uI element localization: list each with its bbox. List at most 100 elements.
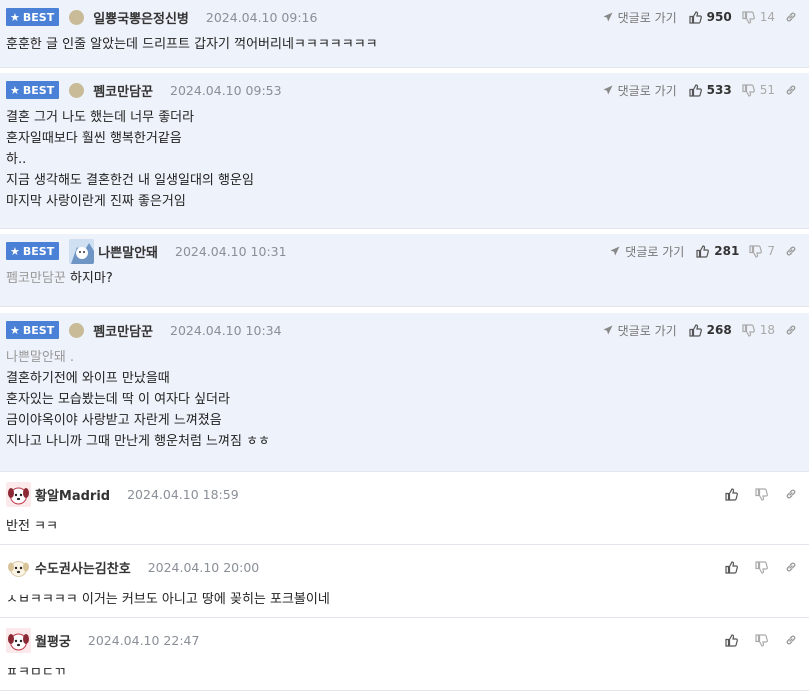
comment-line: 하.. bbox=[6, 152, 27, 167]
comment-date: 2024.04.10 18:59 bbox=[127, 486, 239, 502]
comment-line: 결혼 그거 나도 했는데 너무 좋더라 bbox=[6, 110, 195, 125]
send-icon bbox=[603, 325, 613, 335]
comment-line: 혼자일때보다 훨씬 행복한거같음 bbox=[6, 131, 182, 146]
share-link-button[interactable] bbox=[785, 245, 797, 257]
downvote-button[interactable] bbox=[755, 633, 773, 647]
share-link-button[interactable] bbox=[785, 84, 797, 96]
level-icon bbox=[69, 322, 85, 338]
comment-actions bbox=[725, 545, 797, 589]
upvote-button[interactable]: 950 bbox=[689, 10, 732, 24]
user-avatar[interactable] bbox=[69, 238, 95, 264]
thumbs-down-icon bbox=[755, 560, 768, 574]
thumbs-down-icon bbox=[742, 323, 755, 337]
upvote-count: 268 bbox=[706, 323, 732, 337]
thumbs-up-icon bbox=[725, 633, 738, 647]
upvote-count: 281 bbox=[714, 244, 740, 258]
comment-line: 금이야옥이야 사랑받고 자란게 느껴졌음 bbox=[6, 413, 222, 428]
comment-line: 지나고 나니까 그때 만난게 행운처럼 느껴짐 ㅎㅎ bbox=[6, 434, 270, 449]
reply-link[interactable]: 댓글로 가기 bbox=[610, 243, 684, 260]
user-avatar[interactable] bbox=[6, 481, 31, 507]
downvote-count: 18 bbox=[759, 323, 775, 337]
comment-line: 지금 생각해도 결혼한건 내 일생일대의 행운임 bbox=[6, 173, 254, 188]
comment-line: 결혼하기전에 와이프 만났을때 bbox=[6, 371, 170, 386]
thumbs-down-icon bbox=[749, 244, 763, 258]
comment-author[interactable]: 황알Madrid bbox=[35, 485, 110, 504]
link-icon bbox=[786, 489, 796, 499]
upvote-button[interactable]: 533 bbox=[689, 83, 732, 97]
comment-actions: 댓글로 가기 533 51 bbox=[603, 73, 797, 107]
share-link-button[interactable] bbox=[785, 488, 797, 500]
mention[interactable]: 펨코만담꾼 bbox=[6, 271, 66, 286]
share-link-button[interactable] bbox=[785, 634, 797, 646]
thumbs-down-icon bbox=[755, 633, 768, 647]
thumbs-down-icon bbox=[742, 83, 755, 97]
comment-item: 수도권사는김찬호 2024.04.10 20:00 ㅅㅂㅋㅋㅋㅋ 이거는 커브도… bbox=[0, 545, 809, 618]
send-icon bbox=[603, 85, 613, 95]
comment-author[interactable]: 나쁜말안돼 bbox=[98, 242, 158, 261]
dog-avatar-icon bbox=[6, 627, 31, 653]
comment-date: 2024.04.10 20:00 bbox=[147, 559, 260, 575]
comment-date: 2024.04.10 10:34 bbox=[170, 322, 282, 338]
upvote-button[interactable] bbox=[725, 560, 743, 574]
comment-line: 펨코만담꾼 하지마? bbox=[6, 271, 113, 286]
upvote-count: 950 bbox=[706, 10, 732, 24]
downvote-count: 51 bbox=[759, 83, 775, 97]
downvote-button[interactable]: 14 bbox=[742, 10, 775, 24]
thumbs-up-icon bbox=[689, 83, 702, 97]
comment-author[interactable]: 펨코만담꾼 bbox=[93, 81, 153, 100]
comment-author[interactable]: 수도권사는김찬호 bbox=[35, 558, 131, 577]
mention[interactable]: 나쁜말안돼 . bbox=[6, 347, 803, 368]
best-badge: ★ BEST bbox=[6, 321, 60, 339]
reply-link[interactable]: 댓글로 가기 bbox=[603, 82, 677, 99]
link-icon bbox=[786, 635, 796, 645]
share-link-button[interactable] bbox=[785, 561, 797, 573]
comment-item: 월평궁 2024.04.10 22:47 ㅍㅋㅁㄷㄲ bbox=[0, 618, 809, 691]
thumbs-down-icon bbox=[742, 10, 755, 24]
comment-actions: 댓글로 가기 281 7 bbox=[610, 234, 797, 268]
comment-item: ★ BEST 일뿅국뽕은정신병 2024.04.10 09:16 댓글로 가기 9… bbox=[0, 0, 809, 68]
upvote-button[interactable]: 281 bbox=[696, 244, 739, 258]
thumbs-down-icon bbox=[755, 487, 768, 501]
thumbs-up-icon bbox=[696, 244, 710, 258]
thumbs-up-icon bbox=[689, 10, 702, 24]
comment-body: 훈훈한 글 인줄 알았는데 드리프트 갑자기 꺽어버리네ㅋㅋㅋㅋㅋㅋㅋ bbox=[6, 34, 803, 66]
send-icon bbox=[610, 246, 620, 256]
comment-line: 반전 ㅋㅋ bbox=[6, 519, 58, 534]
link-icon bbox=[786, 562, 796, 572]
star-icon: ★ bbox=[10, 10, 20, 24]
reply-link[interactable]: 댓글로 가기 bbox=[603, 322, 677, 339]
best-badge: ★ BEST bbox=[6, 81, 60, 99]
dog-avatar-icon bbox=[6, 554, 31, 580]
downvote-count: 7 bbox=[767, 244, 775, 258]
downvote-button[interactable] bbox=[755, 487, 773, 501]
level-icon bbox=[69, 82, 85, 98]
comment-actions: 댓글로 가기 950 14 bbox=[603, 0, 797, 34]
upvote-button[interactable] bbox=[725, 633, 743, 647]
comment-item: ★ BEST 펨코만담꾼 2024.04.10 09:53 댓글로 가기 533 … bbox=[0, 73, 809, 229]
comment-line: ㅍㅋㅁㄷㄲ bbox=[6, 665, 66, 680]
upvote-button[interactable] bbox=[725, 487, 743, 501]
share-link-button[interactable] bbox=[785, 324, 797, 336]
comment-author[interactable]: 펨코만담꾼 bbox=[93, 321, 153, 340]
comment-author[interactable]: 일뿅국뽕은정신병 bbox=[93, 8, 189, 27]
upvote-button[interactable]: 268 bbox=[689, 323, 732, 337]
user-avatar[interactable] bbox=[6, 627, 31, 653]
reply-link[interactable]: 댓글로 가기 bbox=[603, 9, 677, 26]
comment-item: ★ BEST 펨코만담꾼 2024.04.10 10:34 댓글로 가기 268 … bbox=[0, 313, 809, 472]
link-icon bbox=[786, 85, 796, 95]
send-icon bbox=[603, 12, 613, 22]
star-icon: ★ bbox=[10, 83, 20, 97]
downvote-button[interactable]: 7 bbox=[749, 244, 775, 258]
link-icon bbox=[786, 12, 796, 22]
comment-header: ★ BEST 펨코만담꾼 2024.04.10 10:34 댓글로 가기 268 … bbox=[6, 313, 803, 347]
dog-avatar-icon bbox=[6, 481, 31, 507]
downvote-button[interactable]: 51 bbox=[742, 83, 775, 97]
user-avatar[interactable] bbox=[6, 554, 31, 580]
downvote-button[interactable] bbox=[755, 560, 773, 574]
comment-author[interactable]: 월평궁 bbox=[35, 631, 71, 650]
comment-body: ㅍㅋㅁㄷㄲ bbox=[6, 662, 803, 694]
share-link-button[interactable] bbox=[785, 11, 797, 23]
comment-header: 황알Madrid 2024.04.10 18:59 bbox=[6, 472, 803, 516]
downvote-button[interactable]: 18 bbox=[742, 323, 775, 337]
comment-body: 반전 ㅋㅋ bbox=[6, 516, 803, 548]
